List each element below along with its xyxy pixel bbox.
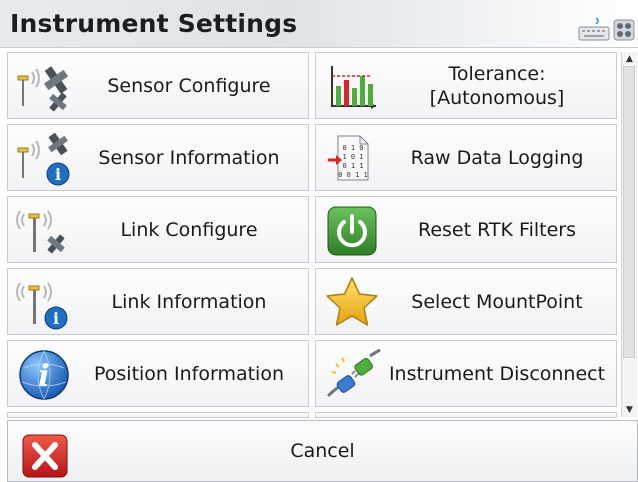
list-item <box>315 412 617 418</box>
title-bar: Instrument Settings <box>0 0 638 48</box>
sensor-information-label: Sensor Information <box>98 146 280 169</box>
globe-info-icon: i <box>19 350 69 400</box>
sensor-information-icon: i <box>17 132 70 186</box>
svg-text:1 0 1: 1 0 1 <box>342 153 363 161</box>
link-information-label: Link Information <box>111 290 267 313</box>
raw-data-logging-label: Raw Data Logging <box>410 146 584 169</box>
scroll-down-arrow-icon[interactable]: ▼ <box>622 403 637 417</box>
cancel-label: Cancel <box>290 440 355 462</box>
vertical-scrollbar[interactable]: ▲ ▼ <box>621 52 637 417</box>
select-mountpoint-button[interactable]: Select MountPoint <box>315 268 617 335</box>
link-information-icon: i <box>16 282 68 330</box>
link-configure-label: Link Configure <box>120 218 258 241</box>
position-information-button[interactable]: i Position Information <box>7 340 309 407</box>
equalizer-icon[interactable] <box>613 16 635 42</box>
scroll-thumb[interactable] <box>623 66 635 358</box>
keyboard-icon[interactable] <box>578 16 610 42</box>
sensor-configure-label: Sensor Configure <box>107 74 271 97</box>
reset-rtk-filters-button[interactable]: Reset RTK Filters <box>315 196 617 263</box>
sensor-configure-button[interactable]: Sensor Configure <box>7 52 309 119</box>
svg-text:0 0 1 1: 0 0 1 1 <box>338 171 368 179</box>
raw-data-file-icon: 0 1 0 1 0 1 0 1 1 0 0 1 1 <box>328 135 369 181</box>
plug-disconnect-icon <box>326 348 381 398</box>
power-icon <box>327 206 377 256</box>
link-information-button[interactable]: i Link Information <box>7 268 309 335</box>
instrument-disconnect-button[interactable]: Instrument Disconnect <box>315 340 617 407</box>
svg-text:0 1 0: 0 1 0 <box>342 144 363 152</box>
svg-text:i: i <box>55 165 61 184</box>
list-item <box>7 412 309 418</box>
menu-grid: Sensor Configure i Sensor Information Li… <box>7 52 620 418</box>
reset-rtk-filters-label: Reset RTK Filters <box>418 218 576 241</box>
tolerance-chart-icon <box>331 66 376 109</box>
tolerance-button[interactable]: Tolerance: [Autonomous] <box>315 52 617 119</box>
sensor-configure-icon <box>17 66 69 112</box>
svg-text:i: i <box>38 359 49 394</box>
raw-data-logging-button[interactable]: 0 1 0 1 0 1 0 1 1 0 0 1 1 Raw Data Loggi… <box>315 124 617 191</box>
star-icon <box>326 277 378 326</box>
svg-text:i: i <box>53 309 59 328</box>
select-mountpoint-label: Select MountPoint <box>411 290 583 313</box>
position-information-label: Position Information <box>94 362 284 385</box>
svg-text:0 1 1: 0 1 1 <box>342 162 363 170</box>
window-title: Instrument Settings <box>10 9 298 38</box>
cancel-button[interactable]: Cancel <box>7 420 638 482</box>
link-configure-icon <box>16 210 65 254</box>
tolerance-label: Tolerance: [Autonomous] <box>429 62 565 109</box>
sensor-information-button[interactable]: i Sensor Information <box>7 124 309 191</box>
link-configure-button[interactable]: Link Configure <box>7 196 309 263</box>
scroll-up-arrow-icon[interactable]: ▲ <box>622 52 637 66</box>
instrument-disconnect-label: Instrument Disconnect <box>388 362 606 385</box>
